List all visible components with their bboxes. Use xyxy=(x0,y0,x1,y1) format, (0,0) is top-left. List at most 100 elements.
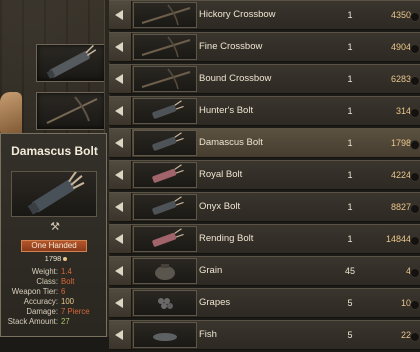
item-price: 314 xyxy=(395,106,411,116)
transfer-left-button[interactable] xyxy=(109,225,132,253)
item-quantity: 1 xyxy=(347,234,353,244)
item-quantity: 45 xyxy=(344,266,355,276)
item-price: 4 xyxy=(405,266,411,276)
lock-toggle[interactable] xyxy=(410,108,420,118)
bolt-quiver-icon xyxy=(133,98,197,124)
lock-toggle[interactable] xyxy=(410,236,420,246)
item-price: 6283 xyxy=(390,74,411,84)
lock-toggle[interactable] xyxy=(410,76,420,86)
item-price: 4224 xyxy=(390,170,411,180)
item-row[interactable]: Fish 5 22 xyxy=(109,320,420,350)
transfer-left-button[interactable] xyxy=(109,161,132,189)
item-quantity: 1 xyxy=(347,170,353,180)
tooltip-price: 1798 xyxy=(41,254,71,263)
lock-toggle[interactable] xyxy=(410,204,420,214)
bolt-quiver-icon xyxy=(133,130,197,156)
transfer-left-button[interactable] xyxy=(109,33,132,61)
transfer-left-button[interactable] xyxy=(109,257,132,285)
item-quantity: 1 xyxy=(347,106,353,116)
lock-toggle[interactable] xyxy=(410,300,420,310)
stat-value: 6 xyxy=(61,287,66,296)
item-tooltip: Damascus Bolt ⚒ One Handed 1798 Weight: … xyxy=(0,133,107,337)
stat-value: 27 xyxy=(61,317,70,326)
tooltip-item-image xyxy=(11,170,97,217)
crossbow-icon xyxy=(46,96,98,124)
grapes-icon xyxy=(133,290,197,316)
horse-head-image xyxy=(0,92,22,138)
item-row[interactable]: Royal Bolt 1 4224 xyxy=(109,160,420,190)
item-name: Fish xyxy=(199,329,217,340)
lock-toggle[interactable] xyxy=(410,140,420,150)
transfer-left-button[interactable] xyxy=(109,193,132,221)
stat-accuracy: Accuracy: 100 xyxy=(1,297,108,307)
item-row[interactable]: Damascus Bolt 1 1798 xyxy=(109,128,420,158)
bolt-quiver-icon xyxy=(27,170,85,215)
stat-value: Bolt xyxy=(61,277,75,286)
item-price: 1798 xyxy=(390,138,411,148)
item-name: Royal Bolt xyxy=(199,169,243,180)
stat-label: Weapon Tier: xyxy=(11,287,58,296)
lock-toggle[interactable] xyxy=(410,12,420,22)
lock-toggle[interactable] xyxy=(410,268,420,278)
item-price: 10 xyxy=(400,298,411,308)
item-quantity: 1 xyxy=(347,74,353,84)
stat-label: Class: xyxy=(36,277,58,286)
item-quantity: 5 xyxy=(347,330,353,340)
lock-toggle[interactable] xyxy=(410,172,420,182)
stat-class: Class: Bolt xyxy=(1,277,108,287)
crossbow-icon xyxy=(133,34,197,60)
crossbow-icon xyxy=(133,66,197,92)
item-row[interactable]: Onyx Bolt 1 8827 xyxy=(109,192,420,222)
item-quantity: 1 xyxy=(347,42,353,52)
item-price: 22 xyxy=(400,330,411,340)
sack-icon xyxy=(133,258,197,284)
item-row[interactable]: Grain 45 4 xyxy=(109,256,420,286)
fish-icon xyxy=(133,322,197,348)
item-price: 8827 xyxy=(390,202,411,212)
stat-damage: Damage: 7 Pierce xyxy=(1,307,108,317)
item-row[interactable]: Hunter's Bolt 1 314 xyxy=(109,96,420,126)
stat-stack-amount: Stack Amount: 27 xyxy=(1,317,108,327)
item-row[interactable]: Hickory Crossbow 1 4350 xyxy=(109,0,420,30)
item-name: Rending Bolt xyxy=(199,233,254,244)
item-row[interactable]: Bound Crossbow 1 6283 xyxy=(109,64,420,94)
item-price: 4904 xyxy=(390,42,411,52)
bolt-quiver-icon xyxy=(133,162,197,188)
item-price: 14844 xyxy=(385,234,411,244)
item-quantity: 1 xyxy=(347,138,353,148)
item-quantity: 1 xyxy=(347,10,353,20)
item-row[interactable]: Grapes 5 10 xyxy=(109,288,420,318)
item-quantity: 5 xyxy=(347,298,353,308)
equipment-slot-quiver[interactable] xyxy=(36,44,106,82)
transfer-left-button[interactable] xyxy=(109,289,132,317)
lock-toggle[interactable] xyxy=(410,44,420,54)
item-row[interactable]: Rending Bolt 1 14844 xyxy=(109,224,420,254)
lock-toggle[interactable] xyxy=(410,332,420,342)
bolt-quiver-icon xyxy=(133,194,197,220)
item-name: Grapes xyxy=(199,297,231,308)
stat-weapon-tier: Weapon Tier: 6 xyxy=(1,287,108,297)
stat-label: Stack Amount: xyxy=(7,317,58,326)
bolt-quiver-icon xyxy=(133,226,197,252)
item-name: Hunter's Bolt xyxy=(199,105,254,116)
stat-label: Weight: xyxy=(31,267,58,276)
stat-value: 1.4 xyxy=(61,267,72,276)
stat-label: Damage: xyxy=(26,307,58,316)
transfer-left-button[interactable] xyxy=(109,1,132,29)
equipment-slot-crossbow[interactable] xyxy=(36,92,106,130)
item-quantity: 1 xyxy=(347,202,353,212)
quiver-icon xyxy=(46,44,97,79)
transfer-left-button[interactable] xyxy=(109,65,132,93)
transfer-left-button[interactable] xyxy=(109,129,132,157)
stat-weight: Weight: 1.4 xyxy=(1,267,108,277)
crossbow-icon xyxy=(133,2,197,28)
coin-icon xyxy=(63,257,68,262)
item-name: Onyx Bolt xyxy=(199,201,241,212)
stat-value: 100 xyxy=(61,297,75,306)
tooltip-title: Damascus Bolt xyxy=(11,144,98,158)
transfer-left-button[interactable] xyxy=(109,321,132,349)
item-name: Hickory Crossbow xyxy=(199,9,276,20)
item-row[interactable]: Fine Crossbow 1 4904 xyxy=(109,32,420,62)
stat-value: 7 Pierce xyxy=(61,307,90,316)
transfer-left-button[interactable] xyxy=(109,97,132,125)
